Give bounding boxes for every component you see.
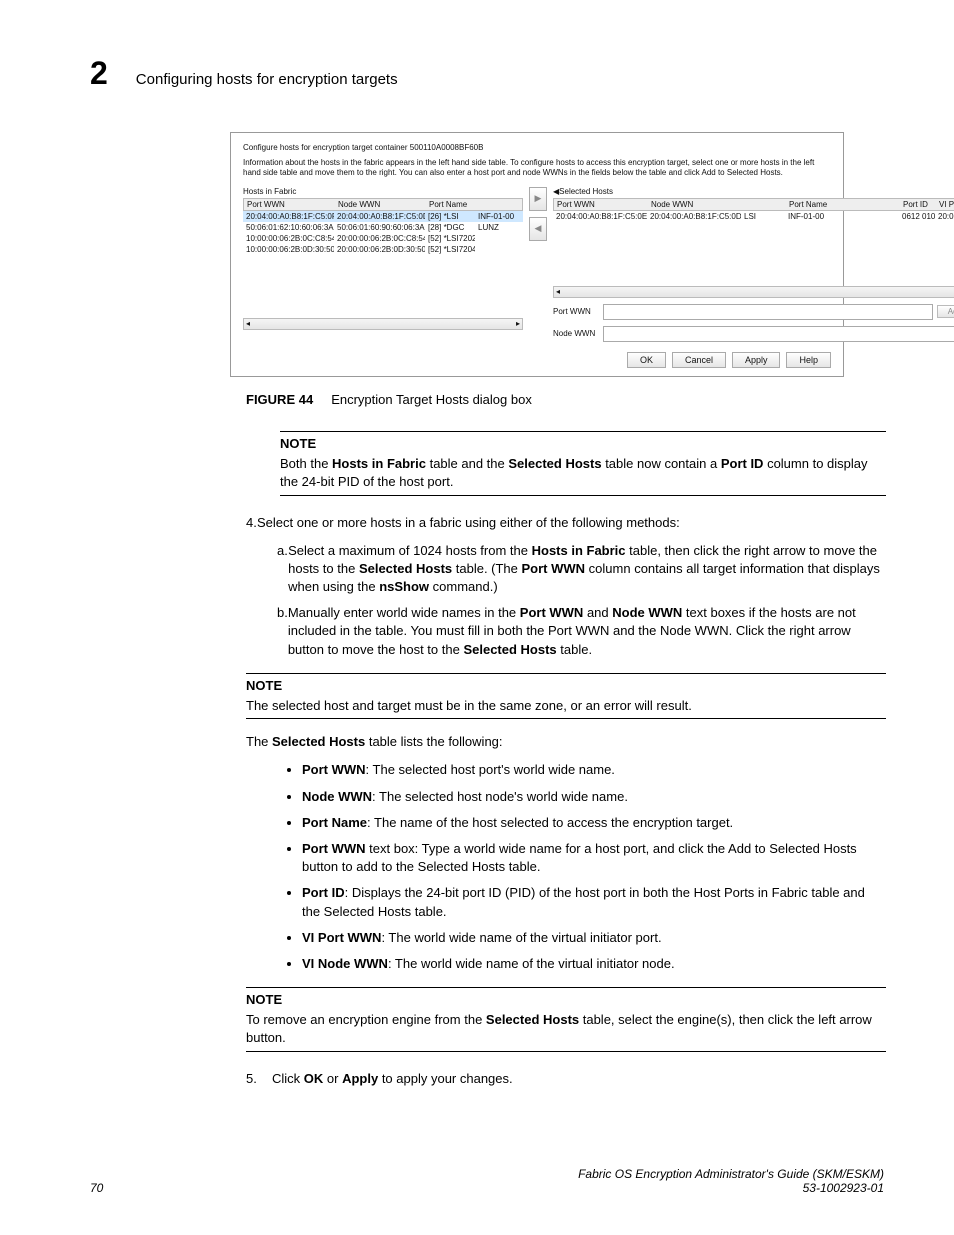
move-right-button[interactable]: ▶ [529, 187, 547, 211]
step-5: 5. Click OK or Apply to apply your chang… [246, 1070, 886, 1088]
table-row[interactable]: 20:04:00:A0:B8:1F:C5:0E 20:04:00:A0:B8:1… [553, 211, 954, 222]
hosts-in-fabric-label: Hosts in Fabric [243, 187, 523, 196]
port-wwn-input[interactable] [603, 304, 933, 320]
dialog-info: Information about the hosts in the fabri… [243, 158, 831, 179]
node-wwn-input[interactable] [603, 326, 954, 342]
note-box: NOTE The selected host and target must b… [246, 673, 886, 719]
section-title: Configuring hosts for encryption targets [136, 71, 398, 88]
selected-hosts-intro: The Selected Hosts table lists the follo… [246, 733, 886, 751]
table-row[interactable]: 10:00:00:06:2B:0C:C8:54 20:00:00:06:2B:0… [243, 233, 523, 244]
hosts-in-fabric-table[interactable]: Port WWN Node WWN Port Name 20:04:00:A0:… [243, 198, 523, 330]
doc-info: Fabric OS Encryption Administrator's Gui… [578, 1167, 884, 1195]
table-row[interactable]: 50:06:01:62:10:60:06:3A 50:06:01:60:90:6… [243, 222, 523, 233]
page-number: 70 [90, 1181, 103, 1195]
selected-hosts-fields-list: Port WWN: The selected host port's world… [246, 761, 886, 973]
move-left-button[interactable]: ◀ [529, 217, 547, 241]
node-wwn-label: Node WWN [553, 329, 599, 338]
step-4a: a. Select a maximum of 1024 hosts from t… [257, 542, 886, 597]
add-button[interactable]: Add [937, 305, 954, 318]
figure-caption: FIGURE 44Encryption Target Hosts dialog … [246, 391, 886, 409]
note-box: NOTE To remove an encryption engine from… [246, 987, 886, 1052]
step-4: 4. Select one or more hosts in a fabric … [246, 514, 886, 659]
dialog-screenshot: Configure hosts for encryption target co… [230, 132, 844, 377]
page-header: 2 Configuring hosts for encryption targe… [90, 55, 884, 92]
table-row[interactable]: 20:04:00:A0:B8:1F:C5:0F 20:04:00:A0:B8:1… [243, 211, 523, 222]
apply-button[interactable]: Apply [732, 352, 781, 368]
dialog-title: Configure hosts for encryption target co… [243, 143, 831, 152]
step-4b: b. Manually enter world wide names in th… [257, 604, 886, 659]
table-row[interactable]: 10:00:00:06:2B:0D:30:50 20:00:00:06:2B:0… [243, 244, 523, 255]
scrollbar[interactable]: ◂▸ [243, 318, 523, 330]
page-footer: 70 Fabric OS Encryption Administrator's … [90, 1167, 884, 1195]
selected-hosts-label: ◀Selected Hosts [553, 187, 954, 196]
ok-button[interactable]: OK [627, 352, 666, 368]
chapter-number: 2 [90, 55, 108, 92]
help-button[interactable]: Help [786, 352, 831, 368]
note-box: NOTE Both the Hosts in Fabric table and … [280, 431, 886, 496]
selected-hosts-table[interactable]: Port WWN Node WWN Port Name Port ID VI P… [553, 198, 954, 298]
port-wwn-label: Port WWN [553, 307, 599, 316]
cancel-button[interactable]: Cancel [672, 352, 726, 368]
scrollbar[interactable]: ◂▸ [553, 286, 954, 298]
